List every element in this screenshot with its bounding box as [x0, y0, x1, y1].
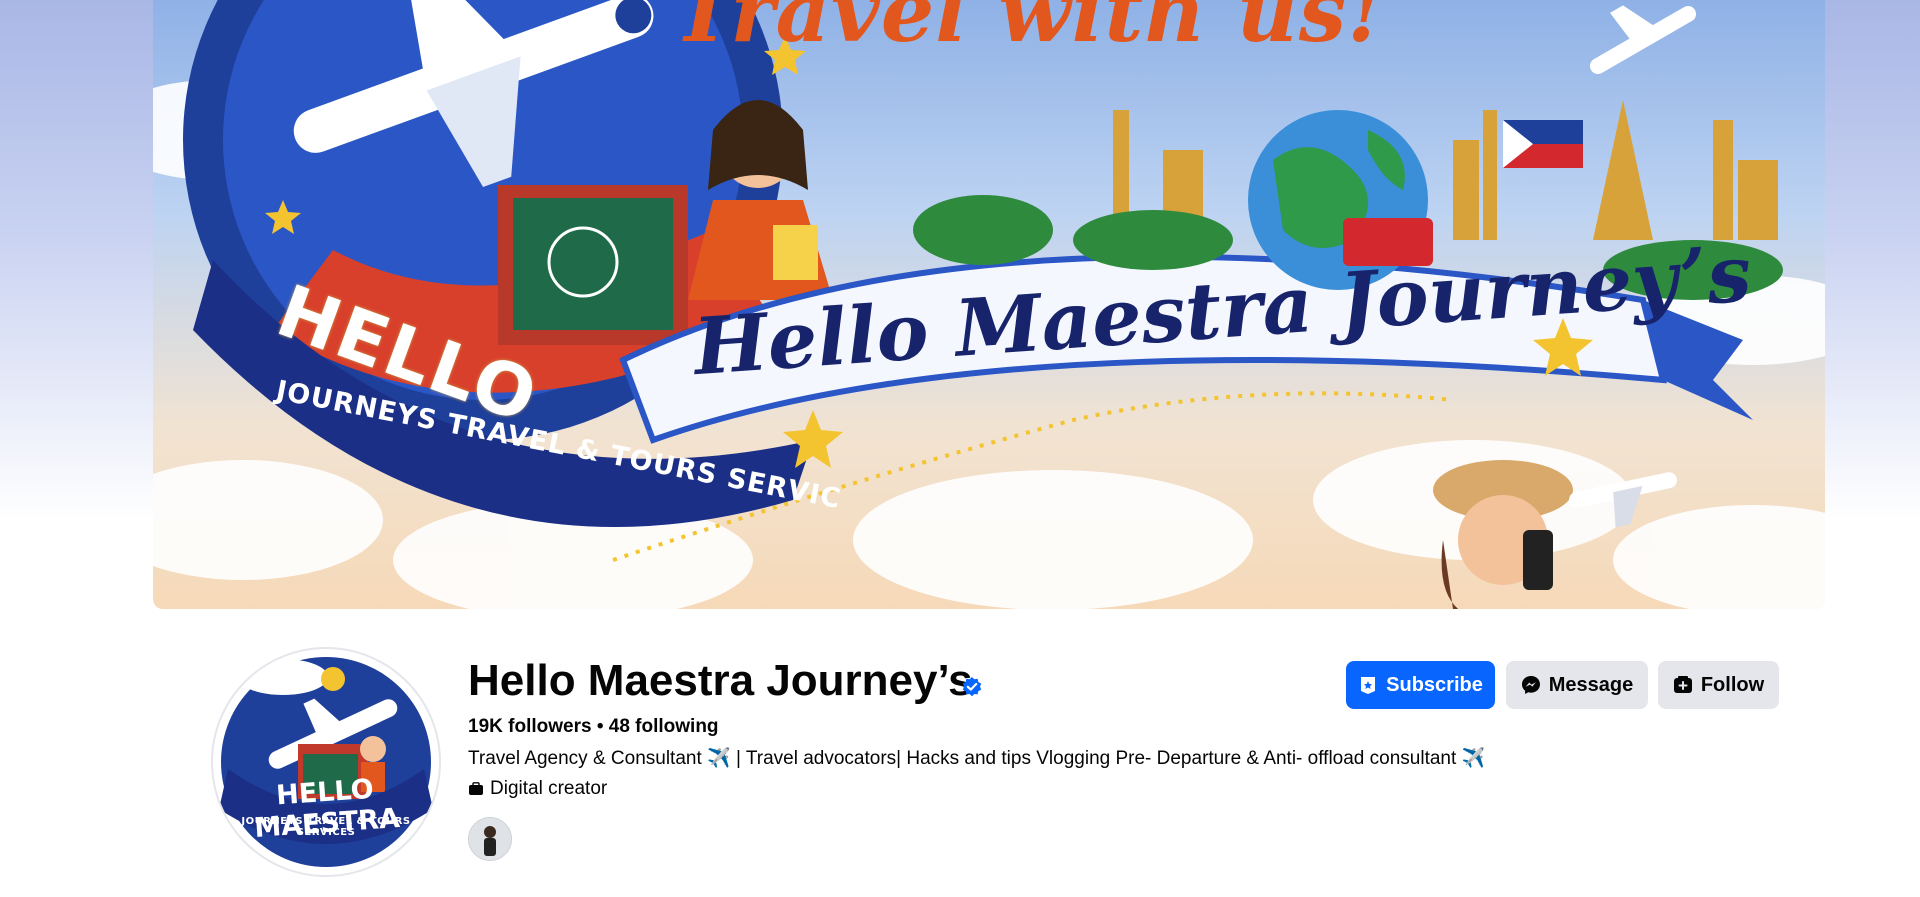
category-label: Digital creator: [490, 778, 608, 799]
profile-bio: Travel Agency & Consultant ✈️ | Travel a…: [468, 748, 1486, 769]
briefcase-icon: [469, 782, 483, 795]
follower-avatar[interactable]: [468, 817, 512, 861]
avatar-logo-sub: JOURNEYS TRAVEL & TOURS SERVICES: [241, 816, 411, 838]
subscribe-button[interactable]: Subscribe: [1346, 661, 1495, 709]
subscribe-icon: [1361, 677, 1376, 694]
verified-badge-icon: [962, 677, 982, 697]
cover-photo[interactable]: Travel with us! Hello Maestra Journey’s …: [153, 0, 1825, 609]
profile-category: Digital creator: [468, 778, 607, 800]
message-button[interactable]: Message: [1506, 661, 1648, 709]
messenger-icon: [1521, 676, 1540, 694]
page-title: Hello Maestra Journey’s: [468, 656, 973, 705]
cover-headline: Travel with us!: [672, 0, 1386, 61]
follow-icon: [1673, 676, 1692, 693]
follow-label: Follow: [1700, 673, 1765, 696]
follow-button[interactable]: Follow: [1658, 661, 1779, 709]
message-label: Message: [1548, 673, 1634, 696]
subscribe-label: Subscribe: [1386, 673, 1483, 696]
person-photo: [469, 818, 511, 860]
follower-stats[interactable]: 19K followers • 48 following: [468, 716, 719, 738]
profile-avatar[interactable]: HELLO MAESTRA JOURNEYS TRAVEL & TOURS SE…: [211, 647, 441, 877]
